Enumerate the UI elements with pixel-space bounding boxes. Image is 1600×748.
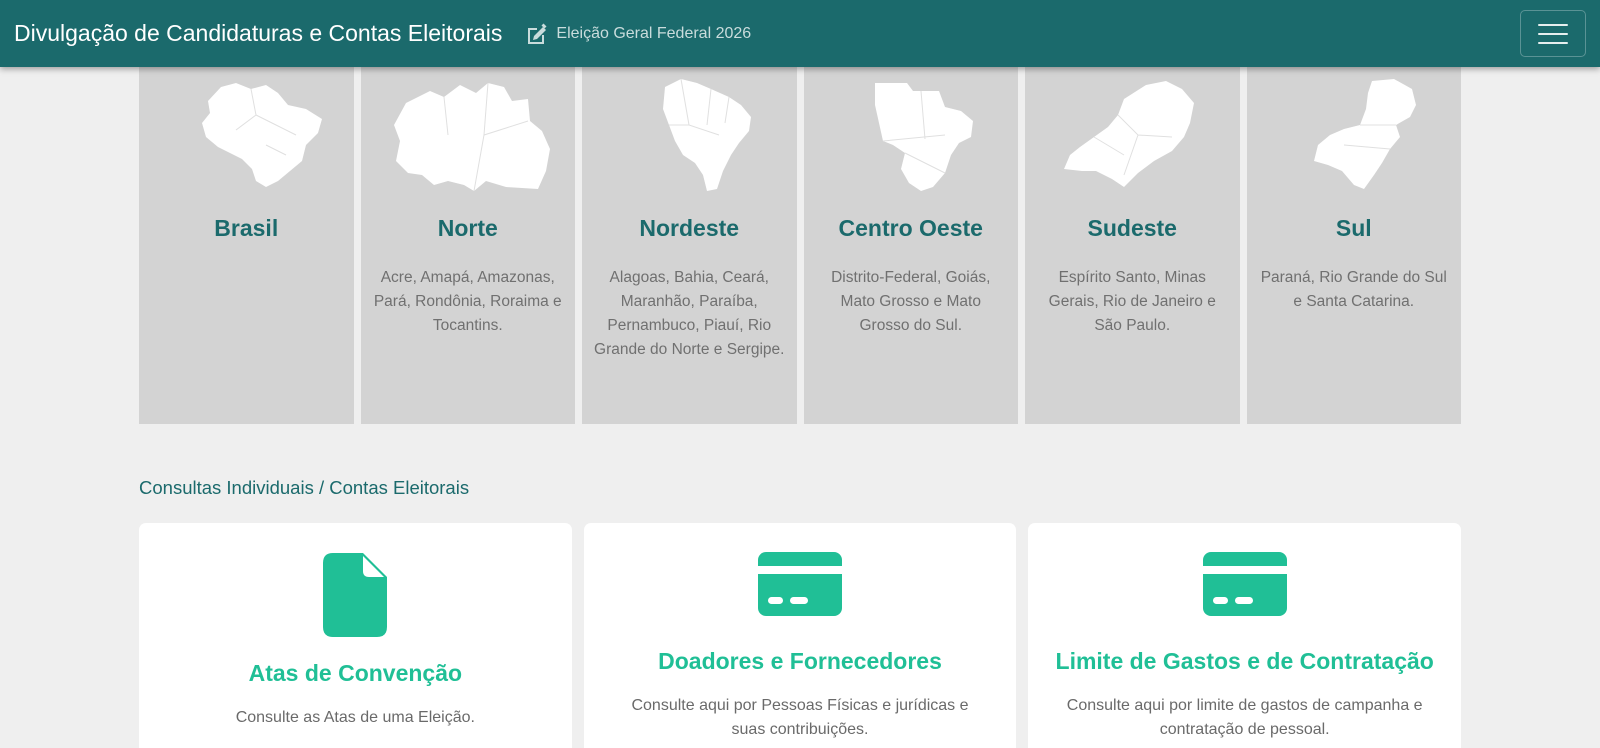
election-name: Eleição Geral Federal 2026 — [556, 24, 752, 42]
region-states: Distrito-Federal, Goiás, Mato Grosso e M… — [831, 269, 991, 334]
region-card-sudeste[interactable]: Sudeste Espírito Santo, Minas Gerais, Ri… — [1025, 67, 1240, 424]
region-name: Centro Oeste — [838, 215, 983, 241]
credit-card-icon — [1202, 552, 1287, 616]
site-title[interactable]: Divulgação de Candidaturas e Contas Elei… — [14, 20, 502, 47]
region-states: Paraná, Rio Grande do Sul e Santa Catari… — [1260, 269, 1447, 310]
card-atas-convencao[interactable]: Atas de Convenção Consulte as Atas de um… — [139, 523, 572, 748]
sudeste-map-icon — [1064, 81, 1195, 187]
consulta-cards: Atas de Convenção Consulte as Atas de um… — [139, 523, 1462, 748]
edit-icon — [528, 23, 547, 44]
hamburger-menu-button[interactable] — [1520, 10, 1586, 57]
region-card-nordeste[interactable]: Nordeste Alagoas, Bahia, Ceará, Maranhão… — [582, 67, 797, 424]
region-card-sul[interactable]: Sul Paraná, Rio Grande do Sul e Santa Ca… — [1246, 67, 1461, 424]
norte-map-icon — [393, 82, 550, 192]
card-title: Doadores e Fornecedores — [658, 648, 942, 674]
region-card-brasil[interactable]: Brasil — [139, 67, 354, 424]
card-description: Consulte aqui por limite de gastos de ca… — [1066, 697, 1423, 738]
centro-oeste-map-icon — [874, 83, 973, 191]
top-navbar: Divulgação de Candidaturas e Contas Elei… — [0, 0, 1600, 67]
card-title: Limite de Gastos e de Contratação — [1055, 648, 1434, 674]
region-states: Acre, Amapá, Amazonas, Pará, Rondônia, R… — [373, 269, 562, 334]
brasil-map-icon — [202, 83, 323, 187]
region-name: Brasil — [214, 215, 279, 241]
region-list: Brasil Norte Acre, Amapá, Amazonas, Pará… — [139, 67, 1461, 424]
card-description: Consulte as Atas de uma Eleição. — [235, 709, 475, 726]
card-doadores-fornecedores[interactable]: Doadores e Fornecedores Consulte aqui po… — [583, 523, 1017, 748]
region-name: Sudeste — [1087, 215, 1177, 241]
region-states: Espírito Santo, Minas Gerais, Rio de Jan… — [1048, 269, 1216, 334]
document-icon — [323, 553, 388, 637]
card-limite-gastos[interactable]: Limite de Gastos e de Contratação Consul… — [1028, 523, 1462, 748]
region-card-norte[interactable]: Norte Acre, Amapá, Amazonas, Pará, Rondô… — [360, 67, 575, 424]
nordeste-map-icon — [663, 78, 752, 191]
breadcrumb: Consultas Individuais / Contas Eleitorai… — [139, 477, 470, 498]
region-name: Sul — [1335, 215, 1372, 241]
region-name: Norte — [437, 215, 498, 241]
card-description: Consulte aqui por Pessoas Físicas e jurí… — [631, 697, 969, 738]
hamburger-menu-icon — [1538, 23, 1568, 26]
region-card-centro-oeste[interactable]: Centro Oeste Distrito-Federal, Goiás, Ma… — [803, 67, 1018, 424]
region-states: Alagoas, Bahia, Ceará, Maranhão, Paraíba… — [594, 269, 785, 358]
sul-map-icon — [1313, 79, 1416, 189]
region-name: Nordeste — [639, 215, 740, 241]
card-title: Atas de Convenção — [248, 660, 463, 686]
credit-card-icon — [758, 552, 842, 616]
